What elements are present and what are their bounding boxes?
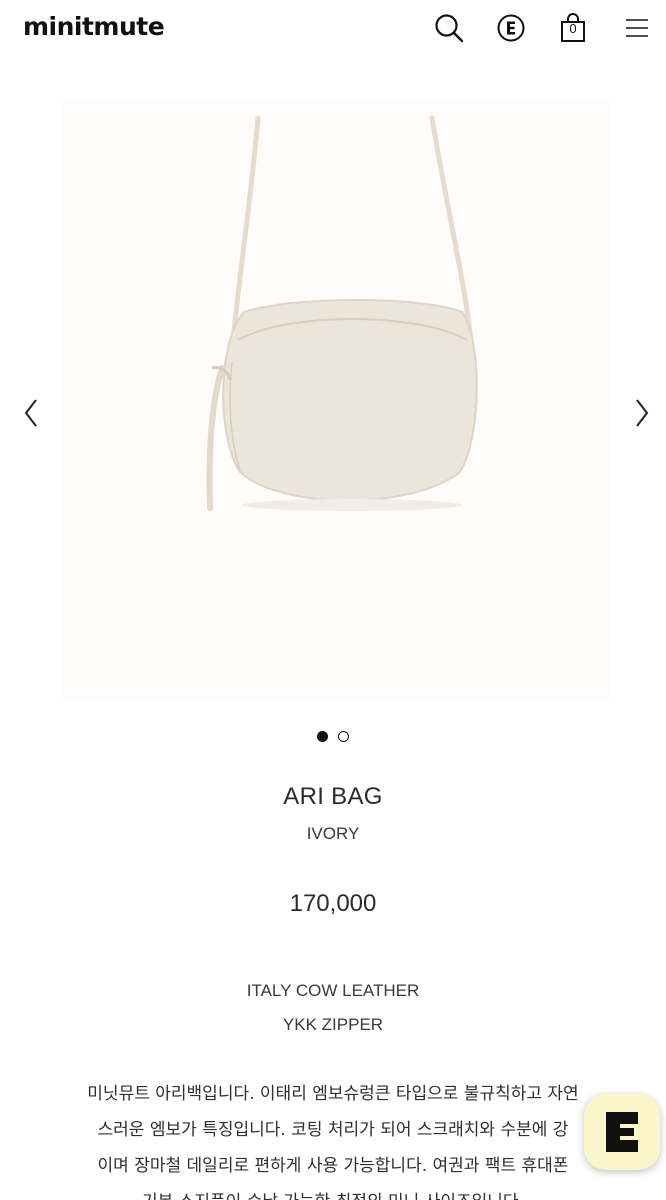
e-logo-icon (606, 1112, 638, 1152)
product-color: IVORY (306, 824, 360, 843)
description-line: 미닛뮤트 아리백입니다. 이태리 엠보슈렁큰 타입으로 불규칙하고 자연 (87, 1084, 579, 1104)
e-chat-button[interactable] (584, 1094, 660, 1170)
product-image-carousel[interactable] (0, 70, 666, 710)
description-line: 이며 장마철 데일리로 편하게 사용 가능합니다. 여권과 팩트 휴대폰 (97, 1156, 569, 1176)
description-line: 기본 소지품이 수납 가능한 최적의 미니 사이즈입니다. (20, 1184, 646, 1200)
site-header: minitmute 0 (0, 0, 666, 58)
product-price: 170,000 (289, 890, 377, 917)
cart-count: 0 (569, 21, 577, 36)
e-brand-icon[interactable] (495, 11, 527, 45)
carousel-dot-2[interactable] (338, 731, 349, 742)
chevron-left-icon[interactable] (21, 395, 41, 431)
chevron-right-icon[interactable] (632, 395, 652, 431)
spec-material: ITALY COW LEATHER (246, 981, 420, 1000)
carousel-pagination (0, 731, 666, 743)
spec-zipper: YKK ZIPPER (282, 1015, 384, 1034)
shopping-bag-icon[interactable]: 0 (557, 11, 589, 45)
brand-logo[interactable]: minitmute (23, 12, 165, 41)
carousel-dot-1[interactable] (317, 731, 328, 742)
product-image (62, 100, 610, 700)
hamburger-menu-icon[interactable] (621, 11, 653, 45)
description-line: 스러운 엠보가 특징입니다. 코팅 처리가 되어 스크래치와 수분에 강 (97, 1120, 569, 1140)
search-icon[interactable] (433, 11, 465, 45)
product-description: 미닛뮤트 아리백입니다. 이태리 엠보슈렁큰 타입으로 불규칙하고 자연 스러운… (20, 1076, 646, 1200)
product-name: ARI BAG (283, 783, 383, 810)
